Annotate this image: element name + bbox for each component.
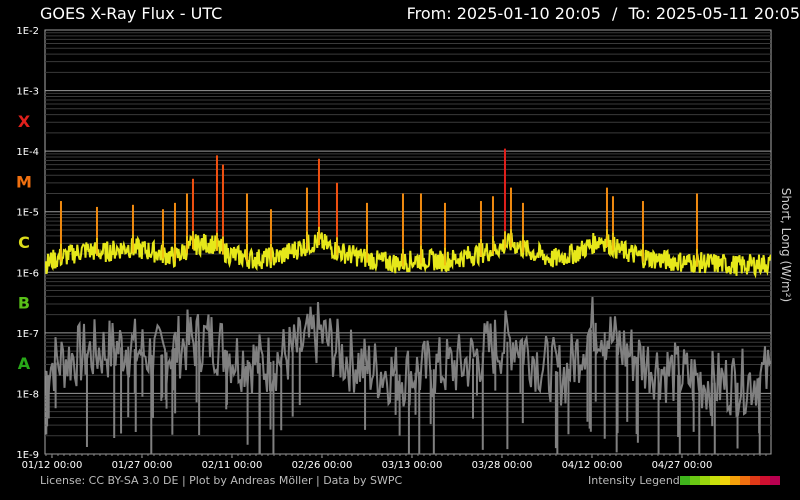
intensity-legend-swatch [769,476,780,485]
intensity-legend-swatch [739,476,750,485]
y-tick-label: 1E-6 [16,268,39,279]
intensity-legend-label: Intensity Legend [588,474,680,487]
flare-class-label: M [16,172,32,191]
intensity-legend-swatch [689,476,700,485]
y-tick-label: 1E-4 [16,147,39,158]
intensity-legend-swatch [749,476,760,485]
intensity-legend-swatch [679,476,690,485]
intensity-legend-swatch [709,476,720,485]
x-tick-label: 01/27 00:00 [112,460,173,471]
flare-class-label: B [18,294,30,313]
x-tick-label: 04/12 00:00 [562,460,623,471]
y-tick-label: 1E-3 [16,87,39,98]
y-axis-title: Short, Long (W/m²) [779,188,793,302]
license-text: License: CC BY-SA 3.0 DE | Plot by Andre… [40,474,403,487]
x-tick-label: 02/11 00:00 [202,460,263,471]
x-tick-label: 03/13 00:00 [382,460,443,471]
intensity-legend-bar [679,476,780,485]
x-tick-label: 04/27 00:00 [652,460,713,471]
intensity-legend-swatch [759,476,770,485]
flare-class-label: C [18,233,30,252]
y-tick-label: 1E-8 [16,389,39,400]
y-tick-label: 1E-5 [16,208,39,219]
flare-class-label: A [18,354,31,373]
intensity-legend: Intensity Legend [588,474,780,487]
x-tick-label: 03/28 00:00 [472,460,533,471]
y-tick-label: 1E-2 [16,26,39,37]
intensity-legend-swatch [699,476,710,485]
y-tick-label: 1E-7 [16,329,39,340]
xray-flux-chart: 1E-21E-31E-41E-51E-61E-71E-81E-9XMCBA01/… [16,26,793,471]
flare-class-label: X [18,112,31,131]
x-tick-label: 02/26 00:00 [292,460,353,471]
intensity-legend-swatch [729,476,740,485]
x-tick-label: 01/12 00:00 [22,460,83,471]
intensity-legend-swatch [719,476,730,485]
